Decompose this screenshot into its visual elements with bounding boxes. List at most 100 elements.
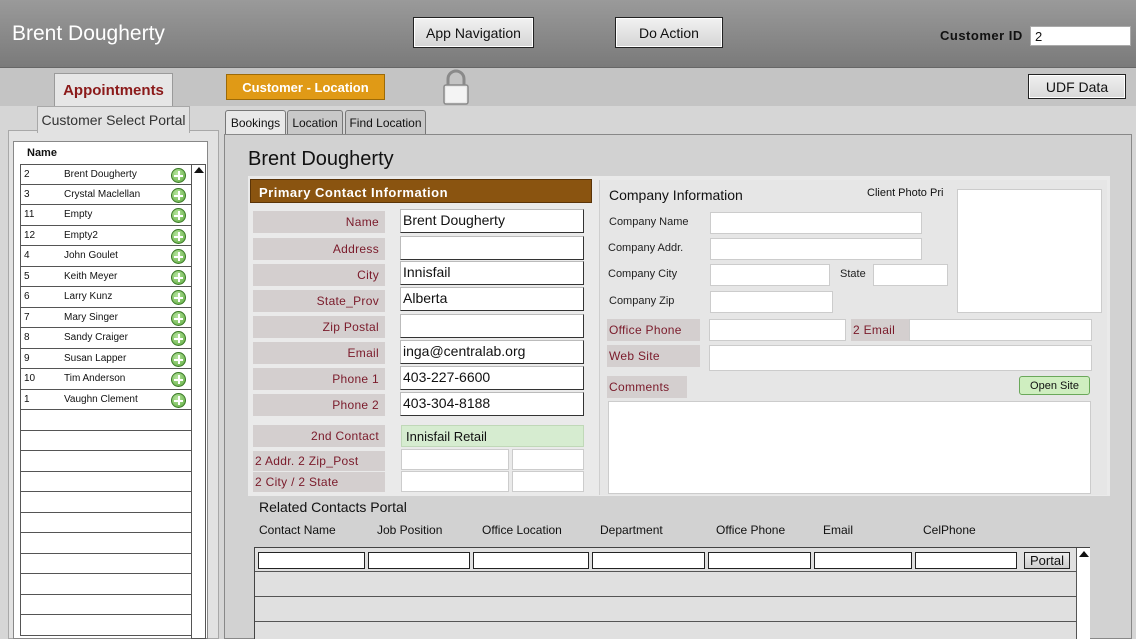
company-name-field[interactable] [710,212,922,234]
add-icon[interactable] [171,392,186,408]
udf-data-button[interactable]: UDF Data [1028,74,1126,99]
contact-name-input[interactable] [258,552,365,569]
company-addr-field[interactable] [710,238,922,260]
email-field[interactable]: inga@centralab.org [400,340,584,364]
city-label: City [253,264,385,286]
list-item[interactable] [20,574,192,595]
list-item[interactable] [20,492,192,513]
phone2-field[interactable]: 403-304-8188 [400,392,584,416]
city-field[interactable]: Innisfail [400,261,584,285]
col-office-phone: Office Phone [716,523,786,537]
add-icon[interactable] [171,331,186,346]
customer-id: 5 [24,270,30,282]
list-item[interactable]: 5 Keith Meyer [20,266,192,287]
list-item[interactable] [20,594,192,615]
office-phone-field[interactable] [709,319,846,341]
state-prov-label: State_Prov [253,290,385,312]
comments-field[interactable] [608,401,1091,494]
add-icon[interactable] [171,351,186,367]
scroll-up-arrow-icon[interactable] [194,167,204,173]
company-addr-label: Company Addr. [608,242,684,254]
app-title: Brent Dougherty [12,22,165,45]
customer-id-input[interactable]: 2 [1030,26,1131,46]
customer-name: Brent Dougherty [64,169,137,180]
tab-location[interactable]: Location [287,110,343,134]
second-contact-field[interactable]: Innisfail Retail [401,425,584,447]
website-field[interactable] [709,345,1092,371]
list-item[interactable]: 12 Empty2 [20,225,192,246]
tab-bookings[interactable]: Bookings [225,110,286,134]
add-icon[interactable] [171,249,186,264]
list-item[interactable]: 1 Vaughn Clement [20,389,192,410]
address-field[interactable] [400,236,584,260]
job-position-input[interactable] [368,552,470,569]
list-item[interactable]: 2 Brent Dougherty [20,164,192,185]
name-field[interactable]: Brent Dougherty [400,209,584,233]
customer-id-label: Customer ID [940,28,1023,43]
list-item[interactable]: 11 Empty [20,205,192,226]
open-site-button[interactable]: Open Site [1019,376,1090,395]
add-icon[interactable] [171,208,186,223]
second-address-field[interactable] [401,449,509,470]
email-input[interactable] [814,552,912,569]
table-row [255,623,1076,639]
celphone-input[interactable] [915,552,1017,569]
list-item[interactable] [20,430,192,451]
scroll-up-arrow-icon[interactable] [1079,551,1089,557]
phone1-field[interactable]: 403-227-6600 [400,366,584,390]
portal-scrollbar[interactable] [1076,548,1090,639]
second-address-label: 2 Addr. 2 Zip_Post [253,451,385,471]
zip-postal-field[interactable] [400,314,584,338]
list-item[interactable]: 10 Tim Anderson [20,369,192,390]
list-item[interactable] [20,410,192,431]
add-icon[interactable] [171,310,186,326]
customer-select-portal-tab[interactable]: Customer Select Portal [37,106,190,133]
list-item[interactable] [20,553,192,574]
customer-id: 8 [24,332,30,343]
appointments-tab[interactable]: Appointments [54,73,173,106]
col-department: Department [600,523,663,537]
add-icon[interactable] [171,187,186,203]
list-item[interactable] [20,451,192,472]
add-icon[interactable] [171,372,186,387]
second-state-field[interactable] [512,471,584,492]
page-title: Brent Dougherty [248,148,394,170]
customer-id: 2 [24,169,30,180]
add-icon[interactable] [171,168,186,183]
list-item[interactable]: 8 Sandy Craiger [20,328,192,349]
comments-label: Comments [607,376,687,398]
department-input[interactable] [592,552,705,569]
company-zip-field[interactable] [710,291,833,313]
customer-id: 12 [24,229,36,241]
customer-id: 6 [24,291,30,302]
tab-find-location[interactable]: Find Location [345,110,426,134]
list-item[interactable]: 7 Mary Singer [20,307,192,328]
second-zip-field[interactable] [512,449,584,470]
list-scrollbar[interactable] [191,164,206,639]
second-city-field[interactable] [401,471,509,492]
list-item[interactable] [20,471,192,492]
state-prov-field[interactable]: Alberta [400,287,584,311]
list-item[interactable] [20,533,192,554]
list-item[interactable] [20,615,192,636]
list-item[interactable]: 4 John Goulet [20,246,192,267]
add-icon[interactable] [171,290,186,305]
customer-location-button[interactable]: Customer - Location [226,74,385,100]
app-navigation-button[interactable]: App Navigation [413,17,534,48]
company-city-field[interactable] [710,264,830,286]
office-location-input[interactable] [473,552,589,569]
company-state-field[interactable] [873,264,948,286]
list-item[interactable] [20,512,192,533]
do-action-button[interactable]: Do Action [615,17,723,48]
list-item[interactable]: 3 Crystal Maclellan [20,184,192,205]
second-email-field[interactable] [909,319,1092,341]
lock-icon[interactable] [441,68,471,106]
add-icon[interactable] [171,269,186,285]
add-icon[interactable] [171,228,186,244]
portal-button[interactable]: Portal [1024,552,1070,569]
list-item[interactable]: 9 Susan Lapper [20,348,192,369]
client-photo-box[interactable] [957,189,1102,313]
company-city-label: Company City [608,268,678,280]
office-phone-input[interactable] [708,552,811,569]
list-item[interactable]: 6 Larry Kunz [20,287,192,308]
